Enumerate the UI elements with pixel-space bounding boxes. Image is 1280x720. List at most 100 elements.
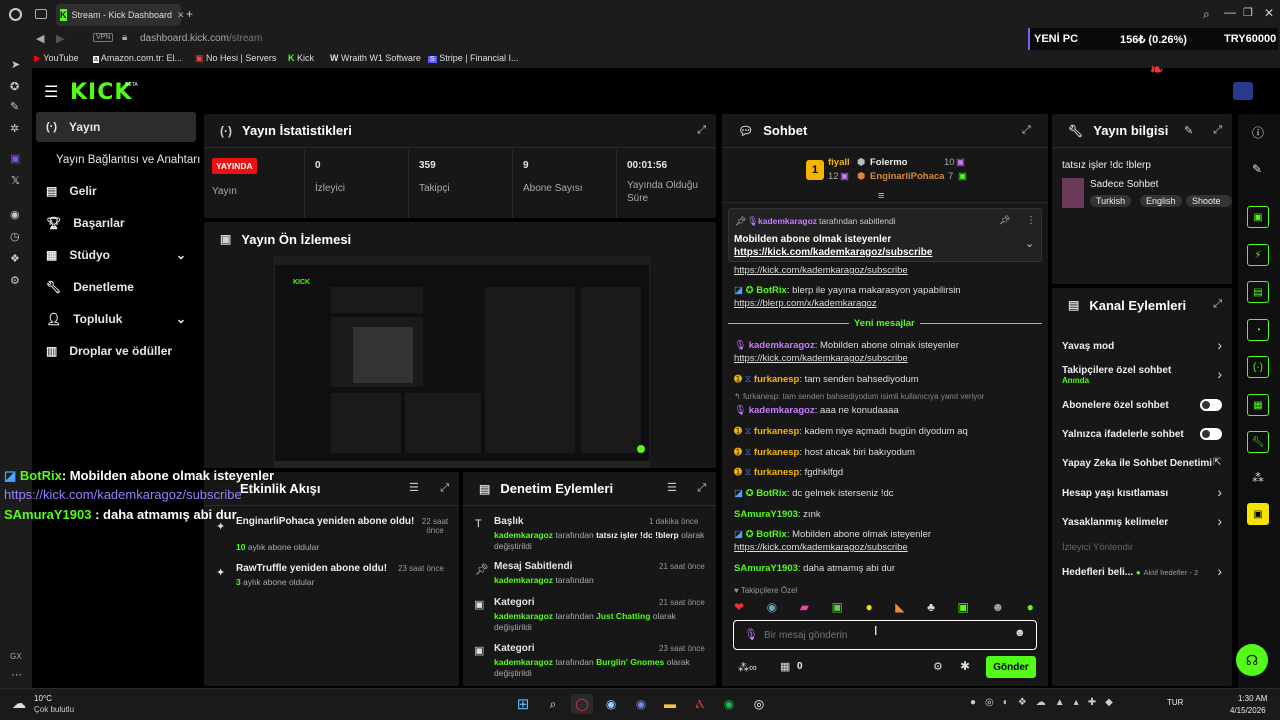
heart-emote-icon[interactable]: ❤: [734, 600, 744, 614]
bookmark-amazon[interactable]: a Amazon.com.tr: El...: [93, 53, 182, 63]
language-indicator[interactable]: TUR: [1167, 698, 1183, 707]
action-account-age[interactable]: Hesap yaşı kısıtlaması: [1062, 488, 1168, 499]
broadcast-icon[interactable]: (·): [1247, 356, 1269, 378]
nav-achievements[interactable]: 🏆︎ Başarılar: [36, 208, 196, 238]
expand-icon[interactable]: ⤢: [1213, 124, 1222, 137]
edit-icon[interactable]: ✎: [1252, 162, 1262, 176]
nav-community[interactable]: 👤︎ Topluluk ⌄: [36, 304, 196, 334]
chat-bubble-icon[interactable]: ◔: [1247, 319, 1269, 341]
url-text[interactable]: dashboard.kick.com/stream: [140, 33, 262, 44]
chat-user[interactable]: furkanesp: [754, 467, 799, 478]
notes-icon[interactable]: ▤: [1247, 281, 1269, 303]
dance-emote-icon[interactable]: ♣: [927, 600, 935, 614]
twitch-icon[interactable]: ▣: [10, 152, 20, 165]
chat-user[interactable]: BotRix: [756, 488, 787, 499]
streamer-avatar[interactable]: [1233, 82, 1253, 100]
tag-chip[interactable]: Turkish: [1090, 195, 1132, 207]
arrow-icon[interactable]: ➤: [11, 58, 20, 71]
nav-moderation[interactable]: 🔧︎ Denetleme: [36, 272, 196, 302]
expand-icon[interactable]: ⤢: [697, 124, 706, 137]
subs-only-toggle[interactable]: [1200, 399, 1222, 411]
store-icon[interactable]: ▦: [780, 660, 790, 673]
maximize-icon[interactable]: ❐: [1243, 6, 1253, 19]
bookmark-kick[interactable]: K Kick: [288, 53, 314, 63]
expand-icon[interactable]: ⤢: [440, 482, 449, 495]
search-tabs-icon[interactable]: ⌕: [1203, 7, 1210, 22]
chat-input[interactable]: [764, 627, 1004, 643]
clock-date[interactable]: 4/15/2026: [1230, 706, 1266, 715]
expand-icon[interactable]: ⤢: [1022, 124, 1031, 137]
extensions-icon[interactable]: ✱: [960, 659, 970, 673]
duck-emote-icon[interactable]: ●: [865, 600, 872, 614]
action-goals[interactable]: Hedefleri beli... ● Aktif hedefler - 2: [1062, 567, 1198, 578]
nav-stream-key[interactable]: Yayın Bağlantısı ve Anahtarı: [36, 145, 201, 175]
pin-icon[interactable]: ✎: [10, 100, 19, 113]
clock-time[interactable]: 1:30 AM: [1238, 694, 1267, 703]
music-icon[interactable]: ✪: [10, 80, 19, 93]
action-ai-moderation[interactable]: Yapay Zeka ile Sohbet Denetimi: [1062, 458, 1212, 469]
search-icon[interactable]: ⌕: [542, 694, 564, 714]
chevron-right-icon[interactable]: ›: [1217, 513, 1222, 529]
info-icon[interactable]: ⓘ: [1252, 124, 1264, 141]
message-link[interactable]: https://kick.com/kademkaragoz/subscribe: [734, 353, 908, 364]
chat-user[interactable]: furkanesp: [754, 447, 799, 458]
shoe-emote-icon[interactable]: ◣: [895, 600, 904, 614]
support-button[interactable]: ☊: [1236, 644, 1268, 676]
chat-emote-icon[interactable]: ●: [1027, 600, 1034, 614]
chevron-right-icon[interactable]: ›: [1217, 563, 1222, 579]
bookmark-nohesi[interactable]: ▣ No Hesi | Servers: [195, 53, 276, 64]
chevron-down-icon[interactable]: ⌄: [1025, 237, 1034, 250]
emotes-only-toggle[interactable]: [1200, 428, 1222, 440]
adobe-icon[interactable]: Ⲁ: [689, 694, 711, 714]
wrench-icon[interactable]: 🔧︎: [1247, 431, 1269, 453]
steam-icon[interactable]: ◉: [600, 694, 622, 714]
group-icon[interactable]: ⁂∞: [738, 661, 757, 674]
tag-chip[interactable]: English: [1140, 195, 1182, 207]
pinned-message[interactable]: 📌︎ 🎙︎ kademkaragoz tarafından sabitlendi…: [728, 208, 1042, 262]
external-link-icon[interactable]: ⇱: [1213, 457, 1221, 468]
nav-studio[interactable]: ▦ Stüdyo ⌄: [36, 240, 196, 270]
chat-user[interactable]: SAmuraY1903: [734, 509, 798, 520]
kick-emote-icon[interactable]: ▣: [958, 600, 969, 614]
chat-user[interactable]: BotRix: [756, 529, 787, 540]
chat-user[interactable]: SAmuraY1903: [734, 563, 798, 574]
minimize-icon[interactable]: —: [1224, 5, 1236, 19]
github-icon[interactable]: ◎: [748, 694, 770, 714]
message-link[interactable]: https://kick.com/kademkaragoz/subscribe: [734, 265, 908, 276]
tab-close-icon[interactable]: ✕: [177, 10, 185, 21]
close-window-icon[interactable]: ✕: [1264, 6, 1274, 20]
bookmark-stripe[interactable]: S Stripe | Financial I...: [428, 53, 519, 63]
frog-emote-icon[interactable]: ▣: [832, 600, 843, 614]
edit-icon[interactable]: ✎: [1184, 124, 1193, 137]
hamburger-icon[interactable]: ☰: [44, 82, 58, 102]
action-banned-words[interactable]: Yasaklanmış kelimeler: [1062, 517, 1168, 528]
chat-user[interactable]: furkanesp: [754, 426, 799, 437]
filter-icon[interactable]: ☰: [667, 481, 677, 494]
star-icon[interactable]: ✲: [10, 122, 19, 135]
chat-input-box[interactable]: 🎙︎ ☻: [733, 620, 1037, 650]
folder-icon[interactable]: ▬: [659, 694, 681, 714]
message-link[interactable]: https://blerp.com/x/kademkaragoz: [734, 298, 877, 309]
spotify-icon[interactable]: ◉: [718, 694, 740, 714]
windows-start-icon[interactable]: ⊞: [512, 694, 534, 714]
chevron-right-icon[interactable]: ›: [1217, 366, 1222, 382]
bookmark-youtube[interactable]: ▶ YouTube: [34, 53, 79, 64]
collapse-icon[interactable]: ≡: [878, 190, 884, 202]
chat-user[interactable]: BotRix: [756, 285, 787, 296]
settings-icon[interactable]: ⚙: [10, 274, 20, 287]
nav-drops[interactable]: ▥ Droplar ve ödüller: [36, 336, 196, 366]
new-tab-icon[interactable]: +: [186, 7, 193, 21]
clip-icon[interactable]: ▣: [1247, 206, 1269, 228]
opera-logo-icon[interactable]: [9, 8, 22, 21]
globe-emote-icon[interactable]: ◉: [767, 600, 777, 614]
send-button[interactable]: Gönder: [986, 656, 1036, 678]
more-icon[interactable]: ⋯: [11, 668, 22, 681]
emoji-icon[interactable]: ☻: [1014, 627, 1026, 639]
chat-user[interactable]: kademkaragoz: [749, 340, 815, 351]
layout-icon[interactable]: ▦: [1247, 394, 1269, 416]
extensions-icon[interactable]: ❖: [10, 252, 20, 265]
preview-video[interactable]: KICK: [274, 256, 650, 468]
message-link[interactable]: https://kick.com/kademkaragoz/subscribe: [734, 542, 908, 553]
chevron-right-icon[interactable]: ›: [1217, 484, 1222, 500]
settings-icon[interactable]: ⚙: [933, 660, 943, 673]
